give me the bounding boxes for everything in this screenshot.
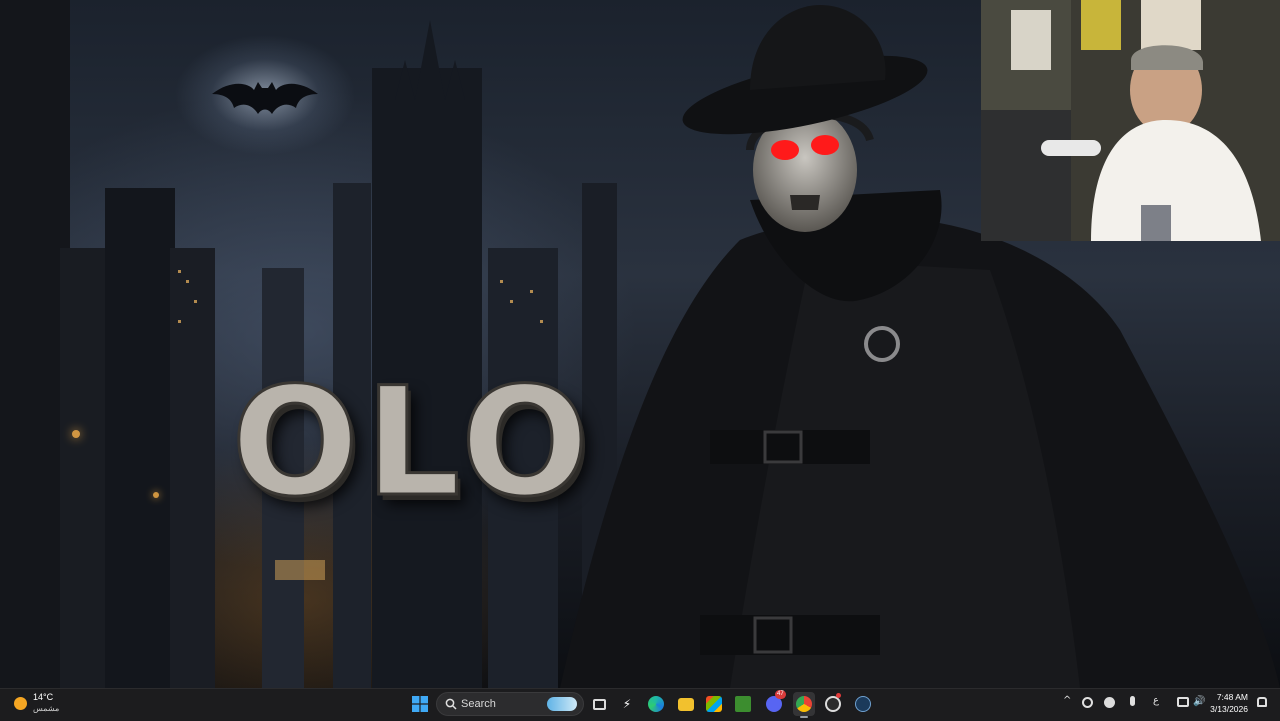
desktop-wallpaper: OLO <box>0 0 1280 688</box>
notification-icon[interactable] <box>1257 697 1267 707</box>
minecraft-button[interactable] <box>733 692 753 716</box>
taskbar-search-box[interactable]: Search <box>436 692 584 716</box>
minecraft-icon <box>735 696 751 712</box>
weather-temperature: 14°C <box>33 692 54 702</box>
obs-button[interactable] <box>822 692 844 716</box>
running-indicator <box>800 716 808 718</box>
wallpaper-logo-text: OLO <box>230 356 595 530</box>
discord-badge: 47 <box>775 690 786 699</box>
input-language-indicator[interactable]: ع <box>1153 695 1159 706</box>
copilot-icon: ⚡ <box>622 697 632 711</box>
clock-date: 3/13/2026 <box>1210 704 1248 714</box>
webcam-overlay <box>981 0 1280 241</box>
steam-tray-icon[interactable] <box>1104 697 1115 708</box>
task-view-icon <box>592 698 606 710</box>
system-clock[interactable]: 7:48 AM 3/13/2026 <box>1210 691 1248 715</box>
search-highlight-icon <box>547 697 577 711</box>
chrome-button[interactable] <box>793 692 815 716</box>
chrome-icon <box>796 696 812 712</box>
start-button[interactable] <box>408 692 432 716</box>
building <box>105 188 175 688</box>
sync-icon[interactable] <box>1082 697 1093 708</box>
discord-button[interactable]: 47 <box>763 690 786 716</box>
tray-overflow-chevron[interactable]: ^ <box>1063 695 1071 706</box>
clock-time: 7:48 AM <box>1216 692 1248 702</box>
obs-icon <box>825 696 841 712</box>
webcam-feed <box>981 0 1280 241</box>
tower-spire <box>395 20 465 100</box>
bat-signal-icon <box>212 82 318 114</box>
steam-button[interactable] <box>852 692 874 716</box>
volume-icon[interactable]: 🔊 <box>1193 697 1205 707</box>
sun-icon <box>14 697 27 710</box>
weather-condition: مشمس <box>33 704 60 713</box>
search-icon <box>445 698 457 710</box>
file-explorer-icon <box>678 697 694 711</box>
search-label: Search <box>461 698 496 710</box>
file-explorer-button[interactable] <box>676 692 696 716</box>
microsoft-store-icon <box>706 696 722 712</box>
microphone-icon[interactable] <box>1130 696 1135 706</box>
network-icon[interactable] <box>1177 697 1189 707</box>
windows-logo-icon <box>412 696 428 712</box>
edge-button[interactable] <box>646 692 666 716</box>
obs-recording-dot <box>836 693 841 698</box>
copilot-button[interactable]: ⚡ <box>617 692 637 716</box>
steam-icon <box>855 696 871 712</box>
microsoft-store-button[interactable] <box>704 692 724 716</box>
edge-icon <box>648 696 664 712</box>
task-view-button[interactable] <box>590 692 608 716</box>
